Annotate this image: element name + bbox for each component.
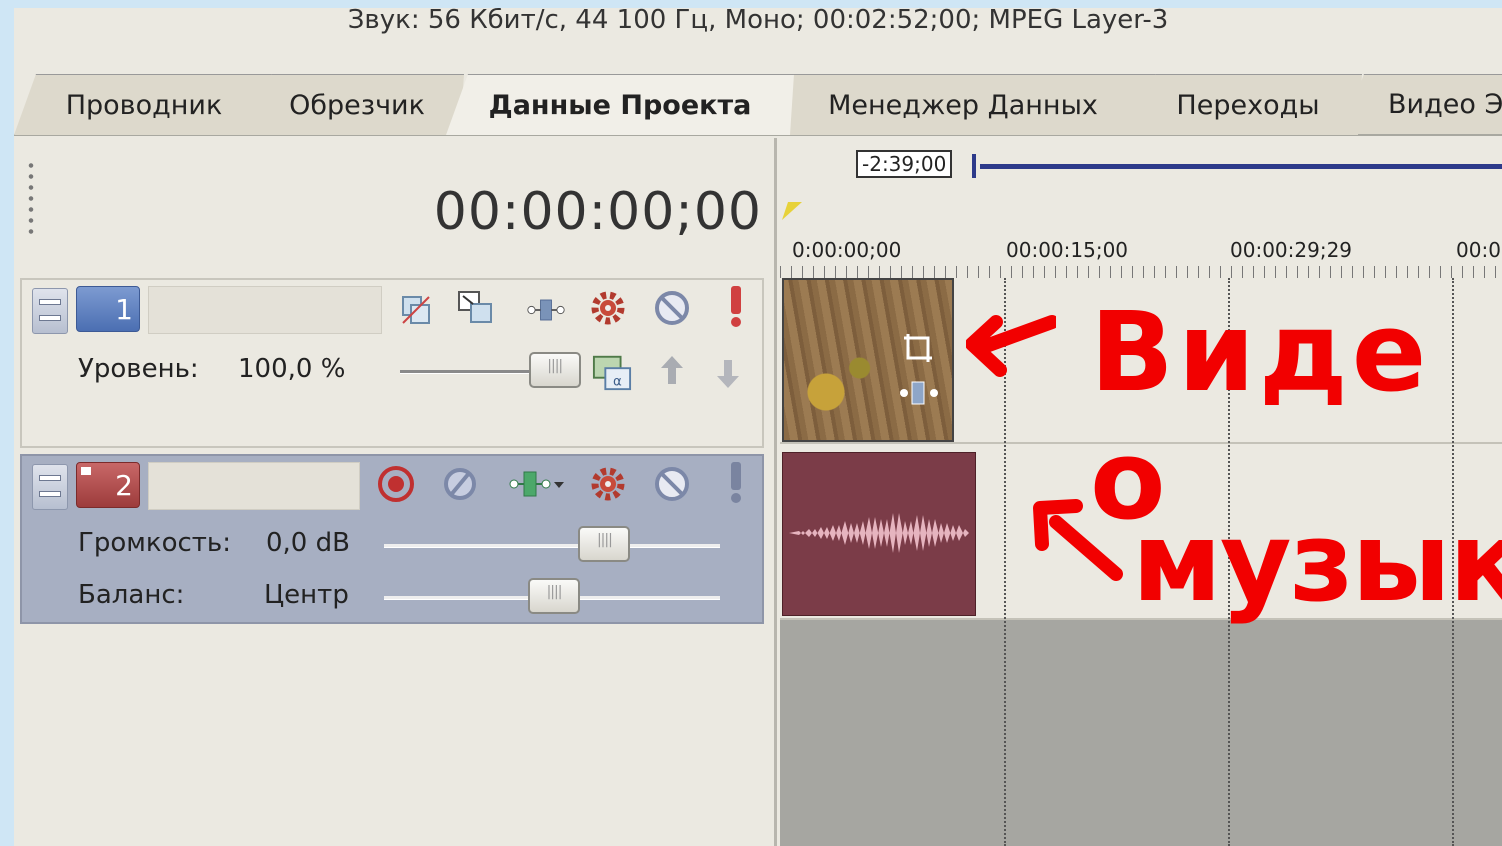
timeline-panel[interactable]: -2:39;00 0:00:00;00 00:00:15;00 00:00:29… (780, 138, 1502, 846)
video-clip[interactable] (782, 278, 954, 442)
tab-label: Видео Э (1388, 89, 1502, 120)
pan-slider-thumb[interactable] (528, 578, 580, 614)
move-down-icon[interactable] (708, 352, 748, 392)
annotation-music-text: музыка (1132, 498, 1502, 626)
audio-mute-icon[interactable] (652, 464, 692, 504)
tab-media-manager[interactable]: Менеджер Данных (770, 74, 1156, 135)
video-track-name-field[interactable] (148, 286, 382, 334)
ruler-ticks (780, 266, 1502, 278)
volume-slider-thumb[interactable] (578, 526, 631, 562)
audio-track-header[interactable]: 2 Громкость: 0,0 dB |||| Баланс: Центр |… (20, 454, 764, 624)
track-motion-icon[interactable] (526, 290, 566, 330)
pan-value: Центр (264, 580, 349, 610)
level-value: 100,0 % (238, 354, 346, 384)
pan-label: Баланс: (78, 580, 185, 610)
audio-waveform (789, 513, 969, 553)
loop-region-start[interactable] (972, 154, 976, 178)
mask-alpha-icon[interactable]: α (592, 352, 632, 392)
tab-label: Менеджер Данных (828, 89, 1098, 121)
tab-label: Обрезчик (289, 89, 425, 121)
minimize-track-icon[interactable] (32, 464, 68, 510)
arm-record-icon[interactable] (376, 464, 416, 504)
tab-label: Переходы (1176, 89, 1320, 121)
audio-fx-gear-icon[interactable] (588, 464, 628, 504)
make-compositing-child-icon[interactable] (456, 288, 496, 328)
level-label: Уровень: (78, 354, 199, 384)
editor-window: Звук: 56 Кбит/с, 44 100 Гц, Моно; 00:02:… (14, 8, 1502, 846)
solo-icon[interactable] (716, 286, 756, 327)
compositing-mode-icon[interactable] (396, 290, 436, 330)
track-fx-gear-icon[interactable] (588, 288, 628, 328)
volume-value: 0,0 dB (266, 528, 350, 558)
tab-label: Проводник (65, 89, 223, 121)
audio-envelope-icon[interactable] (508, 464, 566, 504)
audio-track-name-field[interactable] (148, 462, 360, 510)
tab-transitions[interactable]: Переходы (1134, 74, 1362, 135)
volume-slider[interactable] (384, 544, 720, 548)
video-track-number[interactable]: 1 (76, 286, 140, 332)
media-info-bar: Звук: 56 Кбит/с, 44 100 Гц, Моно; 00:02:… (14, 8, 1502, 68)
mute-icon[interactable] (652, 288, 692, 328)
selection-length-marker: -2:39;00 (856, 150, 953, 178)
drag-grip-icon[interactable] (26, 160, 36, 240)
tab-explorer[interactable]: Проводник (14, 74, 274, 135)
annotation-arrow-video (966, 315, 1056, 377)
tab-video-fx[interactable]: Видео Э (1342, 74, 1502, 134)
tab-trimmer[interactable]: Обрезчик (250, 74, 464, 135)
annotation-arrow-music (1033, 499, 1123, 581)
cursor-timecode: 00:00:00;00 (433, 182, 762, 242)
audio-track-number[interactable]: 2 (76, 462, 140, 508)
pan-crop-icon[interactable] (900, 330, 936, 366)
tab-label: Данные Проекта (488, 89, 752, 121)
video-track-header[interactable]: 1 Уровень: 100,0 % |||| α (20, 278, 764, 448)
tab-strip: Проводник Обрезчик Данные Проекта Менедж… (14, 68, 1502, 136)
volume-label: Громкость: (78, 528, 232, 558)
ruler-label: 00:0 (1456, 238, 1501, 262)
loop-region-bar[interactable] (980, 164, 1502, 169)
tab-project-media[interactable]: Данные Проекта (446, 74, 794, 135)
track-list-panel: 00:00:00;00 1 Уровень: 100,0 % |||| α 2 … (14, 138, 777, 846)
ruler-label: 00:00:15;00 (1006, 238, 1129, 262)
invert-phase-icon[interactable] (440, 464, 480, 504)
audio-clip[interactable] (782, 452, 976, 616)
audio-solo-icon[interactable] (716, 462, 756, 503)
empty-track-area[interactable] (780, 620, 1502, 846)
ruler-label: 00:00:29;29 (1230, 238, 1353, 262)
time-ruler[interactable]: 0:00:00;00 00:00:15;00 00:00:29;29 00:0 (780, 218, 1502, 278)
ruler-label: 0:00:00;00 (792, 238, 902, 262)
svg-text:α: α (613, 374, 622, 389)
minimize-track-icon[interactable] (32, 288, 68, 334)
level-slider-thumb[interactable] (528, 352, 581, 388)
media-info-text: Звук: 56 Кбит/с, 44 100 Гц, Моно; 00:02:… (347, 8, 1169, 35)
move-up-icon[interactable] (652, 352, 692, 392)
event-fx-icon[interactable] (898, 378, 940, 408)
